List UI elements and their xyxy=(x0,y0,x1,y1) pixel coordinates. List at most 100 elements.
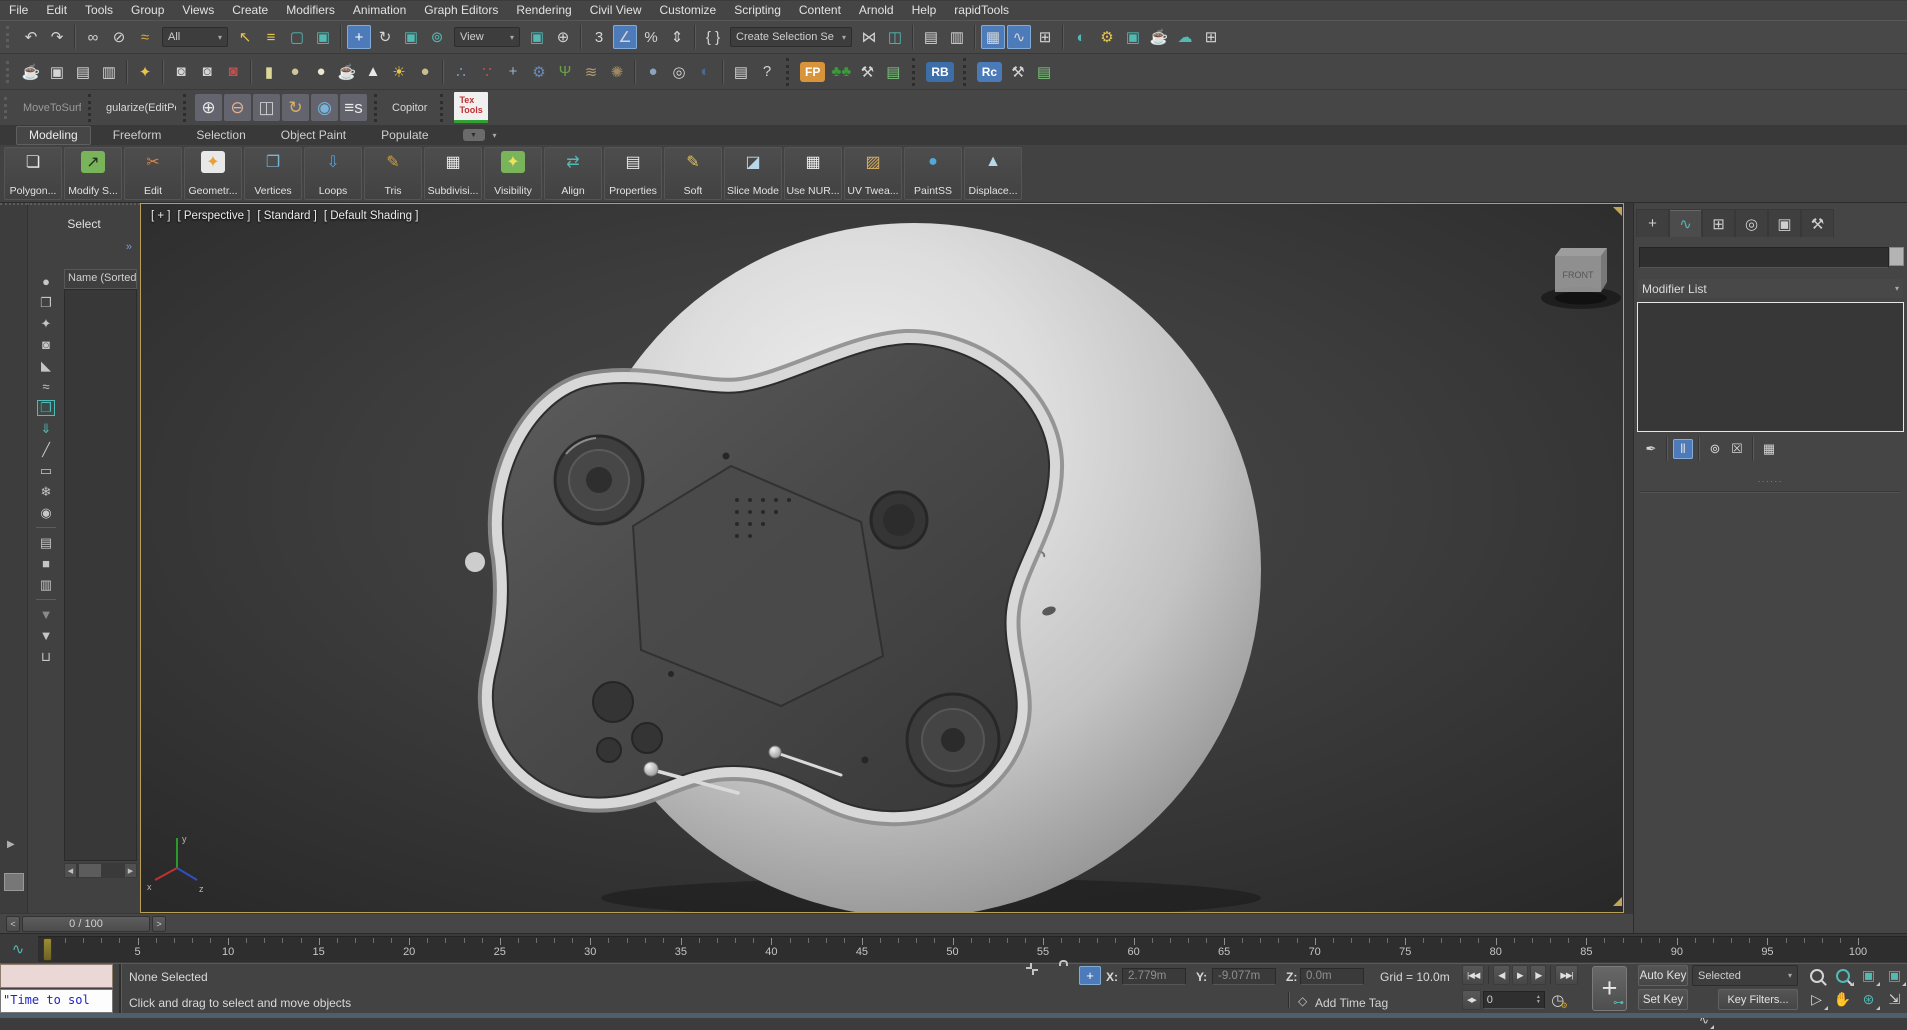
ribbon-modify-selection-button[interactable]: ↗ Modify S... xyxy=(64,147,122,200)
ribbon-visibility-button[interactable]: ✦ Visibility xyxy=(484,147,542,200)
menu-civil-view[interactable]: Civil View xyxy=(581,1,651,20)
ribbon-uv-tweak-button[interactable]: ▨ UV Twea... xyxy=(844,147,902,200)
display-lights-icon[interactable]: ✦ xyxy=(37,316,55,332)
schematic-view-icon[interactable]: ⊞ xyxy=(1033,25,1057,49)
modifier-stack[interactable] xyxy=(1637,302,1904,432)
time-slider[interactable]: 0 / 100 xyxy=(22,916,150,932)
teapot-primitive-icon[interactable]: ☕ xyxy=(335,60,359,84)
display-geometry-icon[interactable]: ❐ xyxy=(37,399,55,416)
display-bones-icon[interactable]: ╱ xyxy=(37,442,55,458)
viewport-render-preset-label[interactable]: [ Standard ] xyxy=(257,210,316,222)
ribbon-align-button[interactable]: ⇄ Align xyxy=(544,147,602,200)
go-to-end-button[interactable]: ▶▶| xyxy=(1555,965,1578,985)
viewport-shading-label[interactable]: [ Default Shading ] xyxy=(324,210,419,222)
remove-modifier-icon[interactable]: ☒ xyxy=(1727,439,1747,459)
inspect-sphere-icon[interactable]: ◎ xyxy=(667,60,691,84)
edit-named-selection-sets-icon[interactable]: { } xyxy=(701,25,725,49)
maxscript-listener-white[interactable]: "Time to sol xyxy=(0,989,113,1013)
select-and-place-icon[interactable]: ⊚ xyxy=(425,25,449,49)
scene-explorer-list[interactable] xyxy=(64,289,137,861)
create-tab[interactable]: + xyxy=(1636,209,1669,237)
render-in-cloud-icon[interactable]: ☁ xyxy=(1173,25,1197,49)
selection-set-dropdown[interactable]: Selected ▾ xyxy=(1692,965,1798,986)
spinner-snap-toggle-icon[interactable]: ⇕ xyxy=(665,25,689,49)
panel-splitter[interactable] xyxy=(1624,203,1633,913)
render-settings-a-icon[interactable]: ▤ xyxy=(71,60,95,84)
camera-b-icon[interactable]: ◙ xyxy=(195,60,219,84)
curve-editor-icon[interactable]: ∿ xyxy=(1007,25,1031,49)
menu-file[interactable]: File xyxy=(0,1,37,20)
display-hidden-icon[interactable]: ◉ xyxy=(37,505,55,521)
teapot-render-icon[interactable]: ☕ xyxy=(19,60,43,84)
scroll-left-button[interactable]: ◀ xyxy=(64,863,77,878)
ribbon-polygon-modeling-button[interactable]: ❏ Polygon... xyxy=(4,147,62,200)
ribbon-properties-button[interactable]: ▤ Properties xyxy=(604,147,662,200)
selection-filter-dropdown[interactable]: All ▾ xyxy=(162,27,228,47)
ribbon-displace-button[interactable]: ▲ Displace... xyxy=(964,147,1022,200)
viewport-pov-label[interactable]: [ Perspective ] xyxy=(178,210,251,222)
toggle-scene-explorer-icon[interactable]: ▤ xyxy=(919,25,943,49)
scroll-right-button[interactable]: ▶ xyxy=(124,863,137,878)
display-dependents-icon[interactable]: ■ xyxy=(37,556,55,572)
textools-button[interactable]: Tex Tools xyxy=(454,92,488,123)
railclone-rc-button[interactable]: Rc xyxy=(976,61,1003,82)
menu-animation[interactable]: Animation xyxy=(344,1,415,20)
viewport-splitter-arrow-bottom[interactable] xyxy=(1613,897,1622,906)
orbit-icon[interactable]: ⊛ xyxy=(1856,988,1881,1011)
menu-arnold[interactable]: Arnold xyxy=(850,1,903,20)
menu-customize[interactable]: Customize xyxy=(651,1,726,20)
render-settings-b-icon[interactable]: ▥ xyxy=(97,60,121,84)
ribbon-edit-button[interactable]: ✂ Edit xyxy=(124,147,182,200)
menu-content[interactable]: Content xyxy=(790,1,850,20)
ribbon-loops-button[interactable]: ⇩ Loops xyxy=(304,147,362,200)
perspective-viewport[interactable]: FRONT y x z [ + ] [ Perspective ] [ Stan… xyxy=(140,203,1624,913)
fur-icon[interactable]: ✺ xyxy=(605,60,629,84)
angle-snap-toggle-icon[interactable]: ∠ xyxy=(613,25,637,49)
modifier-list-dropdown[interactable]: Modifier List ▾ xyxy=(1638,279,1903,298)
zoom-extents-icon[interactable]: ▣ xyxy=(1856,964,1881,987)
menu-graph-editors[interactable]: Graph Editors xyxy=(415,1,507,20)
select-and-manipulate-icon[interactable]: ⊕ xyxy=(551,25,575,49)
ribbon-tab-freeform[interactable]: Freeform xyxy=(100,126,175,145)
use-pivot-point-center-icon[interactable]: ▣ xyxy=(525,25,549,49)
forest-tools-icon[interactable]: ⚒ xyxy=(855,60,879,84)
timeline-playhead[interactable] xyxy=(42,938,52,961)
forest-pack-button[interactable]: FP xyxy=(800,61,826,82)
bind-to-space-warp-icon[interactable]: ≈ xyxy=(133,25,157,49)
auto-key-button[interactable]: Auto Key xyxy=(1638,965,1688,986)
sort-s-macro-icon[interactable]: ≡s xyxy=(340,94,367,121)
movetosurface-script-button[interactable]: MoveToSurface xyxy=(17,98,81,118)
box-primitive-icon[interactable]: ▮ xyxy=(257,60,281,84)
viewport-canvas[interactable]: FRONT y x z xyxy=(141,204,1623,912)
attach-plus-macro-icon[interactable]: ⊕ xyxy=(195,94,222,121)
mirror-icon[interactable]: ⋈ xyxy=(857,25,881,49)
forest-list-icon[interactable]: ▤ xyxy=(881,60,905,84)
sphere-primitive-icon[interactable]: ● xyxy=(283,60,307,84)
menu-rendering[interactable]: Rendering xyxy=(507,1,580,20)
rectangular-selection-region-icon[interactable]: ▢ xyxy=(285,25,309,49)
toolbar-grip[interactable] xyxy=(6,60,13,83)
toolbar-grip[interactable] xyxy=(4,96,11,119)
object-name-field[interactable] xyxy=(1639,247,1889,268)
menu-create[interactable]: Create xyxy=(223,1,277,20)
play-button[interactable]: ▶ xyxy=(1512,965,1528,985)
asset-library-icon[interactable]: ⊞ xyxy=(1199,25,1223,49)
next-frame-button[interactable]: |▶ xyxy=(1529,965,1547,985)
scroll-track[interactable] xyxy=(77,863,124,878)
pan-hand-icon[interactable]: ✋ xyxy=(1830,988,1855,1011)
display-containers-icon[interactable]: ▭ xyxy=(37,463,55,479)
regularize-editpoly-script-button[interactable]: gularize(EditPo xyxy=(100,98,176,118)
display-xrefs-icon[interactable]: ⇓ xyxy=(37,421,55,437)
sphere-blue-icon[interactable]: ● xyxy=(641,60,665,84)
camera-a-icon[interactable]: ◙ xyxy=(169,60,193,84)
select-and-link-icon[interactable]: ∞ xyxy=(81,25,105,49)
set-key-button[interactable]: Set Key xyxy=(1638,989,1688,1010)
select-and-scale-icon[interactable]: ▣ xyxy=(399,25,423,49)
display-helpers-icon[interactable]: ◣ xyxy=(37,358,55,374)
select-and-move-icon[interactable]: + xyxy=(347,25,371,49)
sphere-tan-icon[interactable]: ● xyxy=(413,60,437,84)
expand-panel-arrow-icon[interactable]: ▶ xyxy=(7,839,15,850)
ribbon-tab-populate[interactable]: Populate xyxy=(368,126,441,145)
scroll-thumb[interactable] xyxy=(79,864,101,877)
frame-spinner[interactable]: ▲ ▼ xyxy=(1536,994,1541,1006)
